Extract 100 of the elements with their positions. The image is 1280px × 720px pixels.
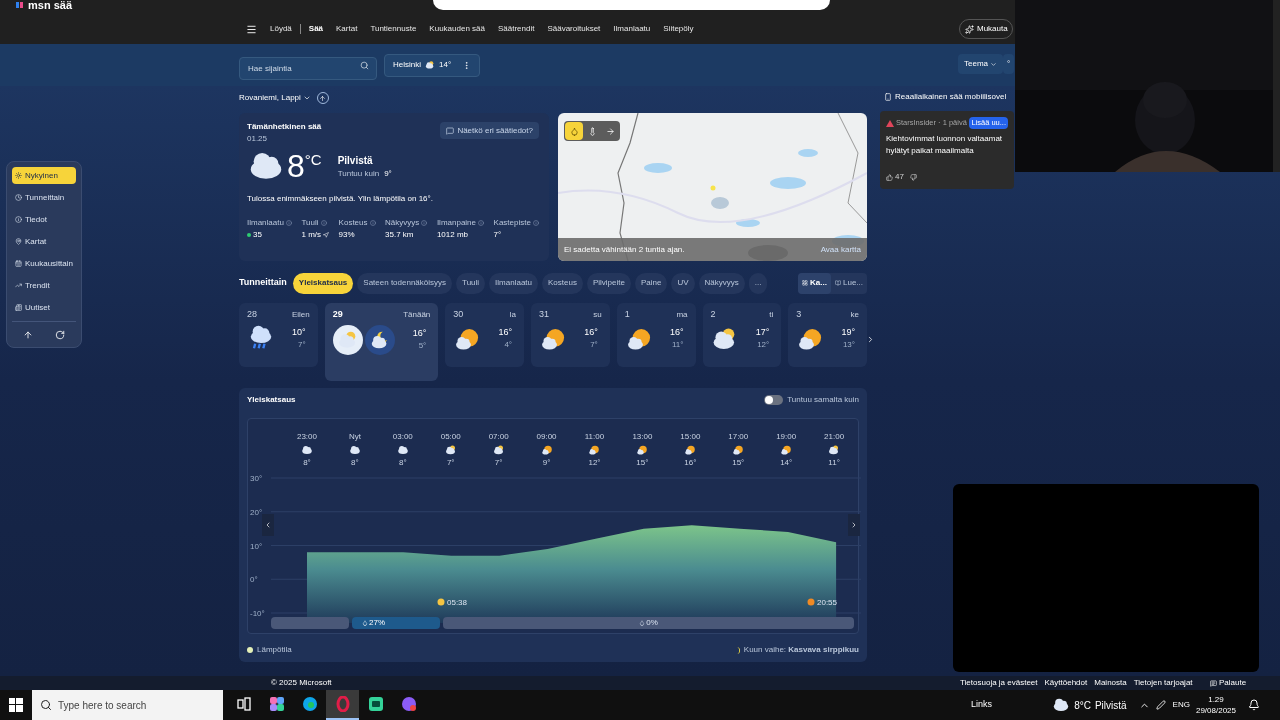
nav-link[interactable]: Löydä (270, 23, 292, 35)
time-label: 01.25 (247, 133, 268, 145)
toolbar-links[interactable]: Links (971, 698, 993, 712)
feedback-button[interactable]: Näetkö eri säätiedot? (440, 122, 539, 139)
footer-link[interactable]: Käyttöehdot (1044, 677, 1088, 689)
footer-link[interactable]: Mainosta (1094, 677, 1127, 689)
search-field[interactable]: Hae sijaintia (239, 56, 377, 80)
high-temp: 16° (584, 325, 598, 339)
pen-icon[interactable] (1155, 700, 1166, 710)
tab[interactable]: Ilmanlaatu (489, 272, 538, 294)
axis-tick-label: 20° (250, 507, 263, 517)
day-date: 2 (710, 308, 716, 321)
sidebar-item[interactable]: Tiedot (12, 211, 76, 228)
thumbs-up-icon[interactable] (886, 173, 893, 181)
layer-button[interactable] (565, 122, 583, 140)
start-icon[interactable] (9, 698, 23, 712)
nav-link[interactable]: Kuukauden sää (429, 23, 485, 35)
hour-temp: 16° (684, 457, 697, 469)
news-title: Kiehtovimmat luonnon valtaamat hylätyt paikat maailmalta (886, 133, 1004, 157)
detail-value: 7° (493, 229, 502, 241)
clock-date: 29/08/2025 (1195, 705, 1236, 716)
refresh-icon[interactable] (55, 330, 65, 340)
tab[interactable]: Tuuli (456, 272, 486, 294)
toggle-switch[interactable] (764, 395, 784, 405)
sidebar-item[interactable]: Uutiset (12, 299, 76, 316)
nav-link[interactable]: Säätrendit (497, 23, 535, 35)
arrow-icon (319, 94, 327, 102)
hour-label: Nyt (348, 431, 361, 443)
tab[interactable]: Näkyvyys (698, 272, 745, 294)
open-map-link[interactable]: Avaa kartta (820, 243, 861, 256)
phone-icon (884, 93, 892, 101)
footer-link[interactable]: Tietosuoja ja evästeet (960, 677, 1038, 689)
weather-icon (444, 444, 457, 456)
nav-link[interactable]: Tuntiennuste (370, 23, 417, 35)
day-card[interactable]: 28 Eilen 10° 7° (239, 303, 318, 367)
sidebar-item[interactable]: Kartat (12, 233, 76, 250)
detail-label: Ilmanpaine (436, 217, 476, 229)
axis-tick-label: -10° (250, 609, 265, 618)
info-icon (478, 220, 484, 226)
weather-widget[interactable]: 8°C Pilvistä (1052, 696, 1127, 714)
sidebar-item[interactable]: Tunneittain (12, 189, 76, 206)
hour-label: 05:00 (440, 431, 461, 443)
location-selector[interactable]: Rovaniemi, Lappi (239, 92, 311, 104)
feedback-link[interactable]: Palaute (1210, 677, 1247, 689)
low-temp: 13° (842, 339, 855, 352)
tab[interactable]: UV (671, 272, 695, 294)
tab[interactable]: Pilvipeite (586, 272, 631, 294)
tab[interactable]: Yleiskatsaus (292, 272, 354, 294)
taskbar-app[interactable] (326, 690, 359, 720)
tab[interactable]: ... (748, 272, 768, 294)
feedback-icon (1210, 679, 1217, 687)
theme-button[interactable]: Teema (958, 54, 1003, 74)
nav-link[interactable]: Siitepöly (663, 23, 694, 35)
day-card[interactable]: 29 Tänään 16° 5° (324, 303, 439, 381)
unit-button[interactable]: ° (1003, 54, 1014, 74)
nav-link[interactable]: Sää (308, 23, 324, 35)
view-button[interactable]: Lue... (831, 272, 867, 294)
sidebar-item[interactable]: Trendit (12, 277, 76, 294)
day-card[interactable]: 30 la 16° 4° (445, 303, 525, 367)
detail-label: Näkyvyys (385, 217, 420, 229)
day-card[interactable]: 1 ma 16° 11° (616, 303, 696, 367)
notification-icon[interactable] (1248, 699, 1260, 711)
nav-link[interactable]: Ilmanlaatu (613, 23, 651, 35)
sidebar-item[interactable]: Nykyinen (12, 167, 76, 184)
droplet-icon (362, 620, 368, 626)
tab[interactable]: Sateen todennäköisyys (357, 272, 453, 294)
day-name: Eilen (291, 308, 310, 321)
clock[interactable]: 1.29 29/08/2025 (1195, 694, 1236, 716)
weather-icon (492, 444, 505, 456)
weather-condition: Pilvistä (1094, 698, 1127, 713)
feels-like-label: Tuntuu kuin (337, 167, 380, 180)
menu-icon[interactable] (246, 23, 257, 35)
thumbs-down-icon[interactable] (909, 173, 917, 181)
copyright: © 2025 Microsoft (271, 677, 332, 689)
hour-label: 23:00 (296, 431, 317, 443)
day-card[interactable]: 2 ti 17° 12° (702, 303, 782, 367)
promo-link[interactable]: Reaaliaikainen sää mobiilisovel (895, 91, 1007, 103)
chat-app-icon (367, 696, 384, 712)
day-date: 3 (796, 308, 802, 321)
nav-link[interactable]: Säävaroitukset (547, 23, 601, 35)
hour-label: 17:00 (728, 431, 749, 443)
day-card[interactable]: 31 su 16° 7° (531, 303, 610, 367)
axis-tick-label: 0° (250, 575, 258, 585)
language-indicator[interactable]: ENG (1172, 699, 1190, 711)
view-button[interactable]: Ka... (798, 272, 831, 294)
sidebar-item[interactable]: Kuukausittain (12, 255, 76, 272)
day-card[interactable]: 3 ke 19° 13° (788, 303, 867, 367)
nav-link[interactable]: Kartat (336, 23, 358, 35)
more-icon[interactable] (462, 60, 471, 70)
weather-icon (396, 444, 409, 456)
day-date: 29 (332, 308, 343, 321)
tab[interactable]: Paine (634, 272, 668, 294)
condition: Pilvistä (337, 153, 374, 168)
moon-phase: Kuun vaihe: Kasvava sirppikuu (743, 644, 859, 656)
footer-link[interactable]: Tietojen tarjoajat (1133, 677, 1193, 689)
tab[interactable]: Kosteus (542, 272, 583, 294)
taskbar-search[interactable]: Type here to search (32, 690, 223, 720)
up-arrow-icon[interactable] (23, 330, 33, 340)
location-pill[interactable]: Helsinki 14° (384, 53, 480, 77)
caret-icon (990, 60, 997, 68)
